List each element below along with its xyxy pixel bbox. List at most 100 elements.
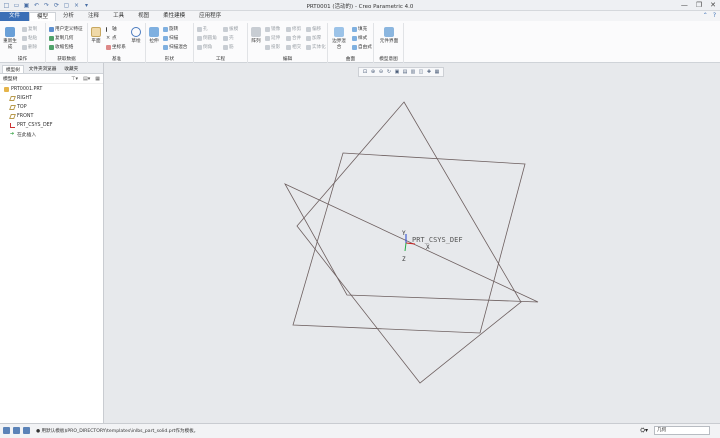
component-interface-button[interactable]: 元件界面 (376, 27, 402, 44)
trim-button[interactable]: 修剪 (286, 26, 301, 32)
extrude-button[interactable]: 拉伸 (147, 27, 161, 44)
tab-file[interactable]: 文件 (0, 12, 30, 21)
minimize-button[interactable]: — (681, 1, 688, 9)
close-button[interactable]: ✕ (710, 1, 716, 9)
help-icon[interactable]: ? (713, 12, 716, 19)
swept-blend-icon (163, 44, 168, 50)
fullscreen-icon[interactable] (23, 427, 30, 434)
tab-model[interactable]: 模型 (29, 12, 57, 21)
swept-blend-button[interactable]: 扫描混合 (163, 44, 187, 50)
udf-button[interactable]: 用户定义特征 (49, 26, 83, 32)
pattern-button[interactable]: 阵列 (249, 27, 263, 44)
regenerate-button[interactable]: 重新生成 (2, 27, 18, 50)
tab-favorites[interactable]: 收藏夹 (61, 65, 81, 73)
tree-item[interactable]: PRT0001.PRT (0, 85, 103, 94)
tree-item-label: TOP (17, 105, 27, 110)
fill-icon (352, 26, 357, 32)
pattern-icon (251, 27, 261, 37)
delete-button[interactable]: 删除 (22, 44, 37, 50)
tree-column-icon[interactable]: ▦ (95, 76, 100, 82)
shrinkwrap-icon (49, 44, 54, 50)
delete-label: 删除 (28, 45, 38, 50)
tab-flexible-modeling[interactable]: 柔性建模 (156, 12, 192, 21)
tree-settings-icon[interactable]: ▤▾ (83, 76, 90, 82)
project-label: 投影 (271, 45, 281, 50)
hole-label: 孔 (203, 27, 208, 32)
tab-favorites-label: 收藏夹 (64, 67, 79, 72)
point-button[interactable]: × 点 (106, 35, 117, 41)
boundary-blend-icon (334, 27, 344, 37)
shell-button[interactable]: 壳 (223, 35, 234, 41)
copy-geometry-button[interactable]: 复制几何 (49, 35, 73, 41)
ribbon: 重新生成 复制 粘贴 删除 操作 用户定义特征 复制几何 收缩包络 获取数据 平… (0, 21, 720, 63)
datum-plane-icon (9, 114, 16, 119)
solidify-label: 实体化 (312, 45, 326, 50)
shrinkwrap-button[interactable]: 收缩包络 (49, 44, 73, 50)
project-icon (265, 44, 270, 50)
collapse-ribbon-icon[interactable]: ⌃ (703, 12, 708, 19)
status-right: ⛭▾ 几何 (640, 426, 710, 435)
offset-button[interactable]: 偏移 (306, 26, 321, 32)
draft-icon (223, 26, 228, 32)
component-interface-icon (384, 27, 394, 37)
tree-item[interactable]: PRT_CSYS_DEF (0, 121, 103, 130)
freestyle-button[interactable]: 自由式 (352, 44, 372, 50)
tab-analysis[interactable]: 分析 (56, 12, 81, 21)
show-browser-icon[interactable] (13, 427, 20, 434)
rib-button[interactable]: 筋 (223, 44, 234, 50)
mirror-button[interactable]: 镜像 (265, 26, 280, 32)
paste-button[interactable]: 粘贴 (22, 35, 37, 41)
csys-button[interactable]: 坐标系 (106, 44, 126, 50)
copy-button[interactable]: 复制 (22, 26, 37, 32)
plane-button[interactable]: 平面 (89, 27, 103, 44)
tab-applications[interactable]: 应用程序 (192, 12, 228, 21)
merge-label: 合并 (292, 36, 302, 41)
solidify-icon (306, 44, 311, 50)
tab-tools[interactable]: 工具 (106, 12, 131, 21)
tree-filter-icon[interactable]: ⊤▾ (71, 76, 78, 82)
tab-model-tree[interactable]: 模型树 (2, 65, 24, 73)
regenerate-big-icon (5, 27, 15, 37)
style-icon (352, 35, 357, 41)
solidify-button[interactable]: 实体化 (306, 44, 326, 50)
chamfer-button[interactable]: 倒角 (197, 44, 212, 50)
project-button[interactable]: 投影 (265, 44, 280, 50)
style-button[interactable]: 样式 (352, 35, 367, 41)
axis-button[interactable]: 轴 (106, 26, 117, 32)
tree-item[interactable]: FRONT (0, 112, 103, 121)
csys-label: 坐标系 (112, 45, 126, 50)
boundary-blend-button[interactable]: 边界混合 (330, 27, 348, 50)
round-button[interactable]: 倒圆角 (197, 35, 217, 41)
selection-filter-select[interactable]: 几何 (654, 426, 710, 435)
sketch-icon (131, 27, 141, 37)
sweep-button[interactable]: 扫描 (163, 35, 178, 41)
boundary-blend-label: 边界混合 (332, 39, 346, 50)
tree-item[interactable]: ➔ 在此插入 (0, 130, 103, 139)
hole-icon (197, 26, 202, 32)
tree-item[interactable]: TOP (0, 103, 103, 112)
revolve-button[interactable]: 旋转 (163, 26, 178, 32)
show-navigator-icon[interactable] (3, 427, 10, 434)
extend-button[interactable]: 延伸 (265, 35, 280, 41)
tab-annotate[interactable]: 注释 (81, 12, 106, 21)
tree-item-label: FRONT (17, 114, 34, 119)
graphics-window[interactable]: ⊡ ⊕ ⊖ ↻ ▣ ▤ ▥ ◫ ✚ ▦ Y X Z PRT_CSYS_DEF (104, 63, 720, 423)
merge-button[interactable]: 合并 (286, 35, 301, 41)
group-model-intent: 元件界面 模型意图 (374, 23, 404, 63)
hole-button[interactable]: 孔 (197, 26, 208, 32)
draft-button[interactable]: 拔模 (223, 26, 238, 32)
datum-plane-right[interactable] (296, 101, 522, 384)
selection-filter-icon[interactable]: ⛭▾ (640, 427, 648, 435)
tab-folder-browser[interactable]: 文件夹浏览器 (26, 65, 60, 73)
rib-icon (223, 44, 228, 50)
thicken-button[interactable]: 加厚 (306, 35, 321, 41)
tab-view[interactable]: 视图 (131, 12, 156, 21)
intersect-button[interactable]: 相交 (286, 44, 301, 50)
model-canvas[interactable]: Y X Z PRT_CSYS_DEF (104, 63, 720, 423)
udf-icon (49, 26, 54, 32)
tree-item[interactable]: RIGHT (0, 94, 103, 103)
sketch-button[interactable]: 草绘 (129, 27, 143, 44)
maximize-button[interactable]: ❐ (696, 1, 702, 9)
paste-icon (22, 35, 27, 41)
fill-button[interactable]: 填充 (352, 26, 367, 32)
